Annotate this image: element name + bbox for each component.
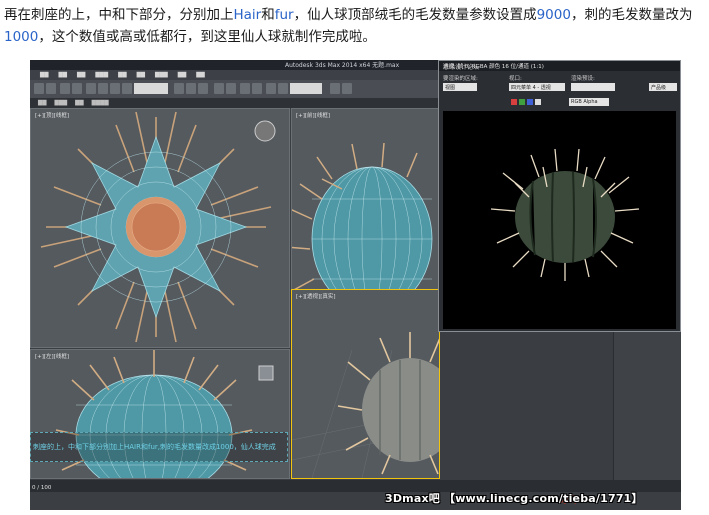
viewport-label[interactable]: [+][透视][真实]: [296, 292, 335, 300]
rendered-frame-window[interactable]: 透视, 帧 0, RGBA 颜色 16 位/通道 (1:1) 思缘设计论坛 要渲…: [438, 60, 681, 332]
red-channel-icon[interactable]: [511, 99, 517, 105]
forum-watermark: 3Dmax吧 【www.linecg.com/tieba/1771】: [385, 492, 643, 505]
render-preset-dropdown[interactable]: [571, 83, 615, 91]
area-to-render-dropdown[interactable]: 视图: [443, 83, 477, 91]
curve-editor-icon[interactable]: [252, 83, 262, 94]
screenshot-3dsmax: Autodesk 3ds Max 2014 x64 无题.max ▇▇ ▇▇ ▇▇ ▇…: [30, 60, 681, 510]
select-icon[interactable]: [86, 83, 96, 94]
align-icon[interactable]: [226, 83, 236, 94]
area-to-render-label: 要渲染的区域:: [443, 76, 478, 82]
move-icon[interactable]: [98, 83, 108, 94]
render-setup-icon[interactable]: [278, 83, 288, 94]
value-9000: 9000: [536, 7, 571, 23]
app-title: Autodesk 3ds Max 2014 x64 无题.max: [285, 62, 400, 69]
percent-snap-icon[interactable]: [198, 83, 208, 94]
viewport-field-label: 视口:: [509, 76, 522, 82]
main-toolbar: [30, 80, 440, 98]
render-icon[interactable]: [330, 83, 340, 94]
render-window-titlebar: 透视, 帧 0, RGBA 颜色 16 位/通道 (1:1) 思缘设计论坛: [439, 61, 680, 71]
mirror-icon[interactable]: [214, 83, 224, 94]
layer-icon[interactable]: [240, 83, 250, 94]
article-paragraph: 再在刺座的上，中和下部分，分别加上Hair和fur，仙人球顶部绒毛的毛发数量参数…: [4, 4, 704, 48]
material-editor-icon[interactable]: [266, 83, 276, 94]
undo-icon[interactable]: [34, 83, 44, 94]
production-button[interactable]: 产品级: [649, 83, 677, 91]
render-canvas: [443, 111, 676, 329]
viewport-label[interactable]: [+][左][线框]: [35, 352, 69, 360]
command-panel[interactable]: [613, 332, 681, 480]
cactus-top-wireframe: [40, 111, 276, 343]
video-caption-band: 刺座的上，中和下部分别加上HAIR和fur,刺的毛发数量改成1000，仙人球完成: [30, 432, 288, 462]
scale-icon[interactable]: [122, 83, 132, 94]
frame-counter: 0 / 100: [32, 485, 52, 491]
green-channel-icon[interactable]: [519, 99, 525, 105]
viewport-dropdown[interactable]: 四元菜单 4 - 透视: [509, 83, 565, 91]
blue-channel-icon[interactable]: [527, 99, 533, 105]
cactus-perspective-render: [292, 332, 439, 478]
named-selection-dropdown[interactable]: [290, 83, 322, 94]
link-icon[interactable]: [60, 83, 70, 94]
rendered-cactus: [490, 148, 640, 281]
angle-snap-icon[interactable]: [186, 83, 196, 94]
alpha-channel-icon[interactable]: [535, 99, 541, 105]
article-text: ，这个数值或高或低都行，到这里仙人球就制作完成啦。: [38, 29, 376, 45]
redo-icon[interactable]: [46, 83, 56, 94]
article-text: ，仙人球顶部绒毛的毛发数量参数设置成: [293, 7, 537, 23]
menu-bar[interactable]: ▇▇ ▇▇ ▇▇ ▇▇▇ ▇▇ ▇▇ ▇▇▇ ▇▇ ▇▇: [30, 70, 440, 80]
coord-dropdown[interactable]: [134, 83, 168, 94]
area-to-render-value: 视图: [445, 85, 456, 91]
channel-value: RGB Alpha: [571, 99, 598, 105]
fur-keyword: fur: [274, 7, 294, 23]
render-frame-icon[interactable]: [342, 83, 352, 94]
channel-dropdown[interactable]: RGB Alpha: [569, 98, 609, 106]
render-preset-label: 渲染预设:: [571, 76, 595, 82]
viewport-label[interactable]: [+][顶][线框]: [35, 111, 69, 119]
viewport-value: 四元菜单 4 - 透视: [511, 85, 551, 91]
viewport-top[interactable]: [+][顶][线框]: [30, 108, 290, 348]
production-label: 产品级: [651, 85, 667, 91]
rotate-icon[interactable]: [110, 83, 120, 94]
ribbon-bar: ▇▇ ▇▇▇ ▇▇ ▇▇▇▇: [30, 98, 440, 108]
article-text: 再在刺座的上，中和下部分，分别加上: [4, 7, 234, 23]
article-text: ，刺的毛发数量改为: [570, 7, 693, 23]
unlink-icon[interactable]: [72, 83, 82, 94]
snap-icon[interactable]: [174, 83, 184, 94]
render-window-logo: 思缘设计论坛: [443, 64, 480, 71]
viewport-perspective[interactable]: [+][透视][真实]: [291, 289, 440, 479]
video-caption: 刺座的上，中和下部分别加上HAIR和fur,刺的毛发数量改成1000，仙人球完成: [33, 443, 276, 451]
hair-keyword: Hair: [233, 7, 262, 23]
value-1000: 1000: [4, 29, 39, 45]
article-text: 和: [261, 7, 275, 23]
viewport-label[interactable]: [+][前][线框]: [296, 111, 330, 119]
